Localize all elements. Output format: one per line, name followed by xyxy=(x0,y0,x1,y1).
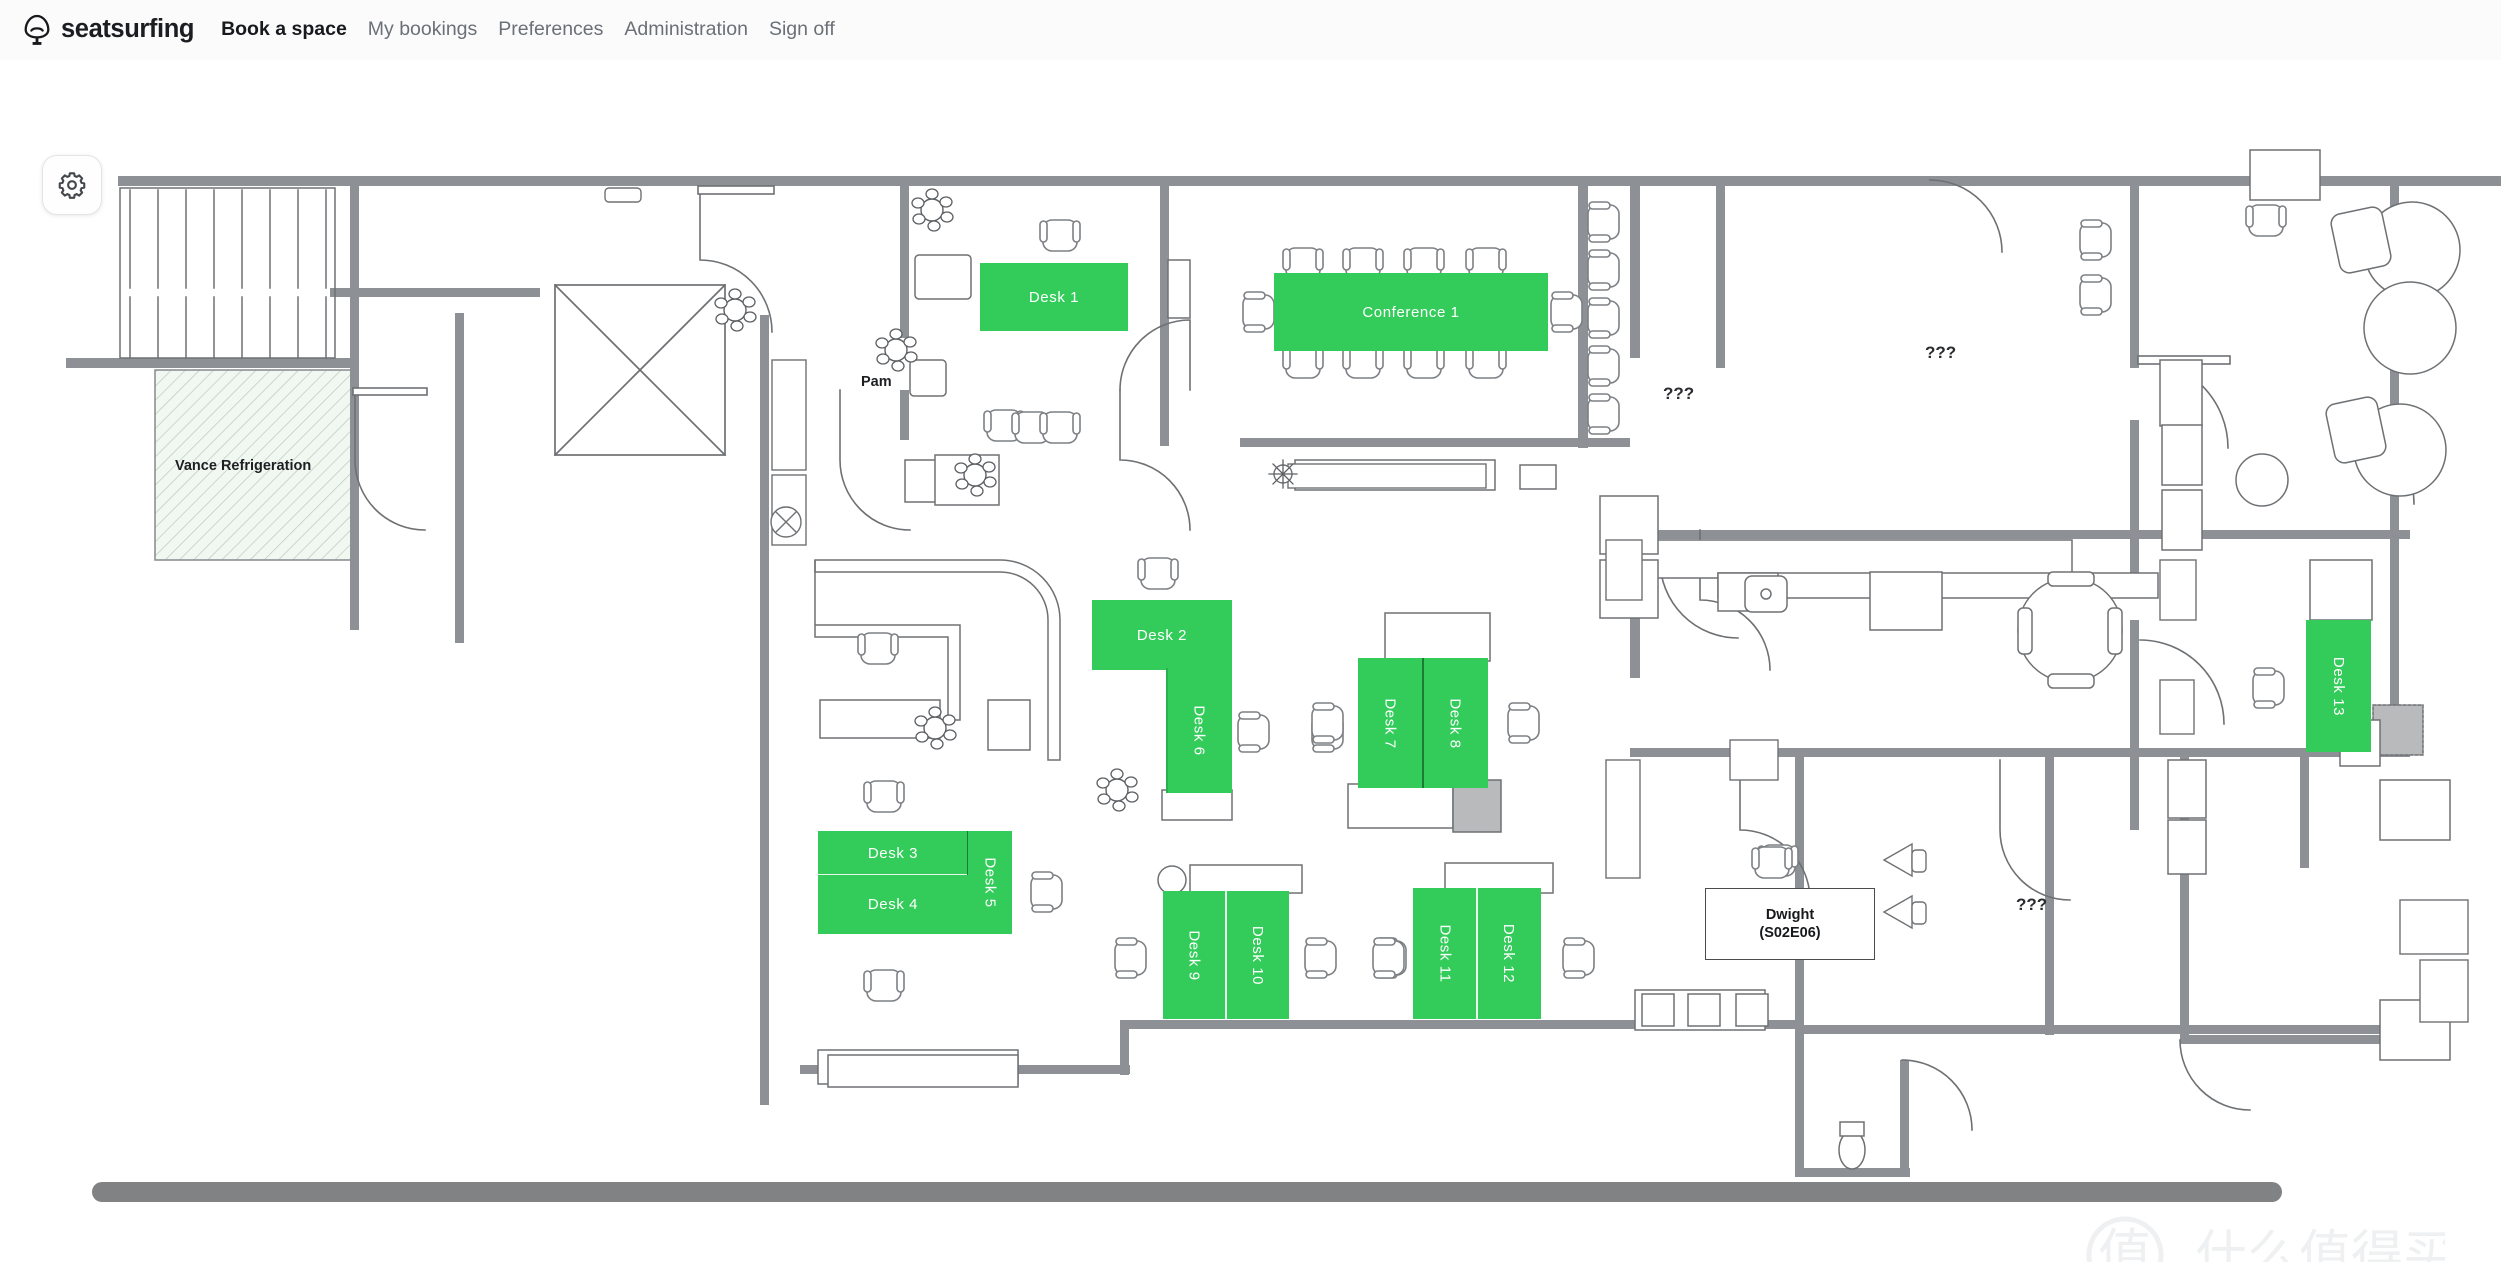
desk-3-label: Desk 3 xyxy=(867,844,919,862)
desk-7-label: Desk 7 xyxy=(1381,697,1399,749)
desk-6-label: Desk 6 xyxy=(1190,705,1208,756)
desk-3[interactable]: Desk 3 xyxy=(818,831,968,875)
brand-logo[interactable]: seatsurfing xyxy=(22,13,194,47)
desk-8[interactable]: Desk 8 xyxy=(1423,658,1488,788)
conference-1-label: Conference 1 xyxy=(1362,303,1460,321)
desk-2-6-divider xyxy=(1166,668,1168,793)
desk-3-4-divider xyxy=(818,874,968,876)
desk-5-divider xyxy=(967,831,969,875)
horizontal-scrollbar-thumb[interactable] xyxy=(92,1182,2282,1202)
desk-2[interactable]: Desk 2 xyxy=(1092,600,1232,670)
dwight-episode: (S02E06) xyxy=(1759,925,1821,941)
desk-11-12-divider xyxy=(1476,888,1478,1019)
desk-11[interactable]: Desk 11 xyxy=(1413,888,1477,1019)
desk-4-label: Desk 4 xyxy=(867,896,919,913)
desk-9[interactable]: Desk 9 xyxy=(1163,891,1226,1019)
gear-icon xyxy=(58,172,86,199)
room-label-pam: Pam xyxy=(861,374,892,390)
desk-4[interactable]: Desk 4 xyxy=(818,875,968,934)
brand-name: seatsurfing xyxy=(61,15,195,44)
desk-9-10-divider xyxy=(1225,891,1227,1019)
space-conference-1[interactable]: Conference 1 xyxy=(1274,273,1548,351)
unknown-marker-2: ??? xyxy=(1925,343,1957,362)
desk-10[interactable]: Desk 10 xyxy=(1226,891,1289,1019)
floorplan-canvas[interactable]: Desk 1 Conference 1 Desk 2 Desk 6 Desk 3… xyxy=(0,60,2501,1262)
settings-button[interactable] xyxy=(42,155,102,215)
desk-10-label: Desk 10 xyxy=(1248,925,1266,985)
desk-5-label: Desk 5 xyxy=(981,857,999,908)
name-plate-dwight: Dwight (S02E06) xyxy=(1705,888,1875,960)
watermark-zdm-mark: 值 xyxy=(2098,1223,2152,1262)
desk-9-label: Desk 9 xyxy=(1185,929,1203,981)
desk-13-label: Desk 13 xyxy=(2329,656,2347,716)
desk-2-label: Desk 2 xyxy=(1136,626,1188,644)
desk-7[interactable]: Desk 7 xyxy=(1358,658,1423,788)
desk-12-label: Desk 12 xyxy=(1500,923,1518,984)
nav-item-book-a-space[interactable]: Book a space xyxy=(221,20,347,40)
nav-item-my-bookings[interactable]: My bookings xyxy=(368,20,477,40)
top-navigation-bar: seatsurfing Book a space My bookings Pre… xyxy=(0,0,2501,60)
nav-item-preferences[interactable]: Preferences xyxy=(498,20,603,40)
desk-11-label: Desk 11 xyxy=(1436,924,1454,983)
nav-item-sign-off[interactable]: Sign off xyxy=(769,20,835,40)
desk-12[interactable]: Desk 12 xyxy=(1477,888,1541,1019)
seatsurfing-dome-logo-icon xyxy=(24,14,50,45)
desk-13[interactable]: Desk 13 xyxy=(2306,620,2371,752)
unknown-marker-3: ??? xyxy=(2016,895,2048,914)
watermark-zdm-text: 什么值得买 xyxy=(2195,1226,2445,1262)
unknown-marker-1: ??? xyxy=(1663,384,1695,403)
desk-1-label: Desk 1 xyxy=(1028,288,1080,306)
dwight-name: Dwight xyxy=(1765,906,1815,923)
desk-5[interactable]: Desk 5 xyxy=(968,831,1012,934)
desk-7-8-divider xyxy=(1422,658,1424,788)
nav-item-administration[interactable]: Administration xyxy=(624,20,748,40)
watermark-zhidemai: 值 什么值得买 xyxy=(2086,1216,2445,1262)
desk-1[interactable]: Desk 1 xyxy=(980,263,1128,331)
room-label-vance-refrigeration: Vance Refrigeration xyxy=(175,458,312,474)
desk-8-label: Desk 8 xyxy=(1446,697,1464,749)
desk-6[interactable]: Desk 6 xyxy=(1167,668,1232,793)
